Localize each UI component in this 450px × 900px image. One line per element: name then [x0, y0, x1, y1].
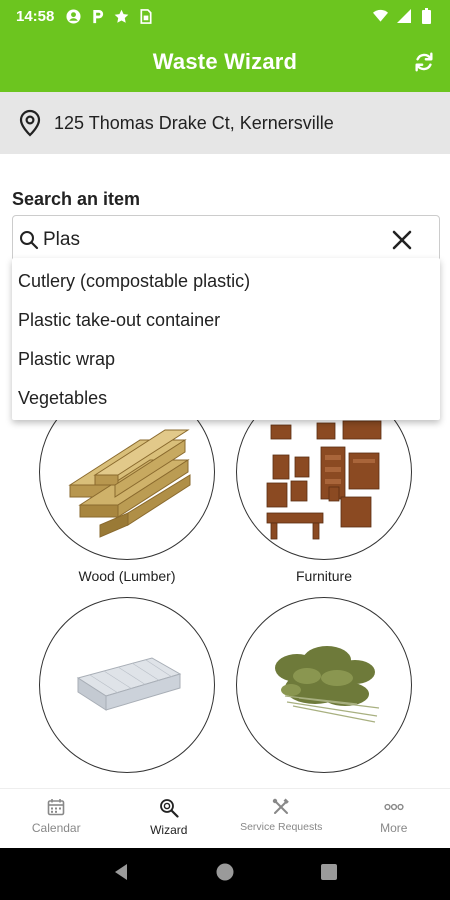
category-label: Wood (Lumber) — [78, 568, 176, 584]
nav-label: Wizard — [150, 823, 188, 837]
mattress-image — [76, 657, 182, 711]
more-dots-icon — [384, 803, 404, 811]
parking-icon — [90, 9, 105, 24]
home-icon — [216, 863, 234, 880]
back-button[interactable] — [113, 863, 129, 886]
app-bar: Waste Wizard — [0, 32, 450, 92]
star-icon — [114, 9, 129, 24]
nav-service-requests[interactable]: Service Requests — [225, 789, 338, 848]
nav-wizard[interactable]: Wizard — [113, 789, 226, 848]
nav-label: Calendar — [31, 821, 81, 835]
category-yard-waste[interactable] — [236, 597, 412, 773]
nav-label: Service Requests — [240, 821, 323, 833]
search-suggestions: Cutlery (compostable plastic) Plastic ta… — [12, 258, 440, 420]
suggestion-item[interactable]: Vegetables — [12, 379, 440, 418]
status-system-icons — [373, 8, 434, 24]
close-icon — [392, 230, 412, 250]
address-bar[interactable]: 125 Thomas Drake Ct, Kernersville — [0, 92, 450, 154]
signal-icon — [396, 9, 411, 24]
account-circle-icon — [66, 8, 81, 24]
status-notification-icons — [66, 8, 153, 24]
recents-icon — [321, 863, 337, 880]
status-bar: 14:58 — [0, 0, 450, 32]
search-label: Search an item — [12, 189, 141, 209]
back-icon — [115, 863, 127, 880]
address-text: 125 Thomas Drake Ct, Kernersville — [54, 112, 334, 133]
search-icon — [20, 231, 39, 250]
nav-label: More — [380, 821, 408, 835]
search-input[interactable] — [43, 229, 373, 251]
suggestion-item[interactable]: Plastic take-out container — [12, 301, 440, 340]
status-time: 14:58 — [16, 7, 55, 25]
nav-more[interactable]: More — [338, 789, 450, 848]
refresh-icon — [415, 52, 433, 72]
home-button[interactable] — [215, 862, 235, 887]
recents-button[interactable] — [321, 863, 337, 885]
calendar-icon — [47, 799, 65, 816]
category-mattress[interactable] — [39, 597, 215, 773]
bottom-navigation: Calendar Wizard Service Requests More — [0, 788, 450, 848]
yard-waste-image — [275, 646, 380, 723]
location-pin-icon — [19, 109, 41, 137]
refresh-button[interactable] — [410, 48, 438, 76]
tools-icon — [273, 798, 290, 814]
nav-calendar[interactable]: Calendar — [0, 789, 113, 848]
suggestion-item[interactable]: Cutlery (compostable plastic) — [12, 262, 440, 301]
system-navigation-bar — [0, 848, 450, 900]
wifi-icon — [373, 9, 388, 24]
clear-search-button[interactable] — [389, 227, 415, 253]
wizard-search-icon — [159, 799, 179, 818]
battery-icon — [419, 8, 434, 24]
category-label: Furniture — [295, 568, 353, 584]
app-title: Waste Wizard — [152, 49, 298, 74]
sim-card-icon — [138, 8, 153, 24]
suggestion-item[interactable]: Plastic wrap — [12, 340, 440, 379]
